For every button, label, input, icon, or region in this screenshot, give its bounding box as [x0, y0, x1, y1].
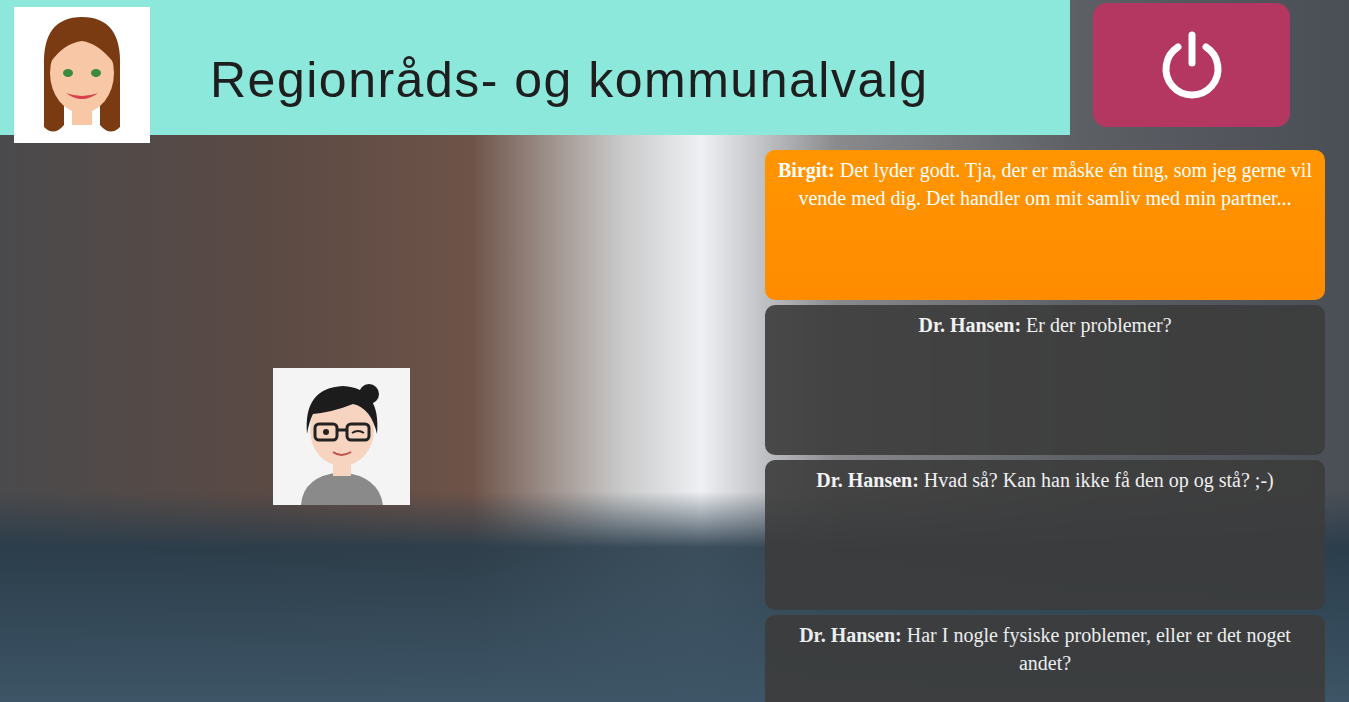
message-text: Er der problemer?: [1026, 314, 1171, 336]
scene: Birgit: Det lyder godt. Tja, der er måsk…: [0, 150, 1349, 702]
header-title: Regionråds- og kommunalvalg: [210, 27, 929, 109]
chat-message: Birgit: Det lyder godt. Tja, der er måsk…: [765, 150, 1325, 300]
user-avatar: [14, 7, 150, 143]
message-text: Har I nogle fysiske problemer, eller er …: [907, 624, 1291, 674]
chat-message: Dr. Hansen: Har I nogle fysiske probleme…: [765, 615, 1325, 702]
doctor-avatar: [273, 368, 410, 505]
message-speaker: Birgit:: [778, 159, 835, 181]
message-text: Hvad så? Kan han ikke få den op og stå? …: [924, 469, 1274, 491]
chat-list: Birgit: Det lyder godt. Tja, der er måsk…: [765, 150, 1325, 702]
message-speaker: Dr. Hansen:: [918, 314, 1021, 336]
message-speaker: Dr. Hansen:: [816, 469, 919, 491]
top-row: Regionråds- og kommunalvalg: [0, 0, 1349, 135]
chat-message: Dr. Hansen: Er der problemer?: [765, 305, 1325, 455]
doctor-avatar-icon: [273, 368, 410, 505]
chat-message: Dr. Hansen: Hvad så? Kan han ikke få den…: [765, 460, 1325, 610]
message-text: Det lyder godt. Tja, der er måske én tin…: [798, 159, 1312, 209]
app-screen: Regionråds- og kommunalvalg Birgit: Det l…: [0, 0, 1349, 702]
woman-avatar-icon: [14, 7, 150, 143]
power-icon: [1156, 29, 1228, 101]
street-photo: [0, 150, 765, 702]
message-speaker: Dr. Hansen:: [799, 624, 902, 646]
header-bar: Regionråds- og kommunalvalg: [0, 0, 1070, 135]
power-button[interactable]: [1093, 3, 1290, 127]
